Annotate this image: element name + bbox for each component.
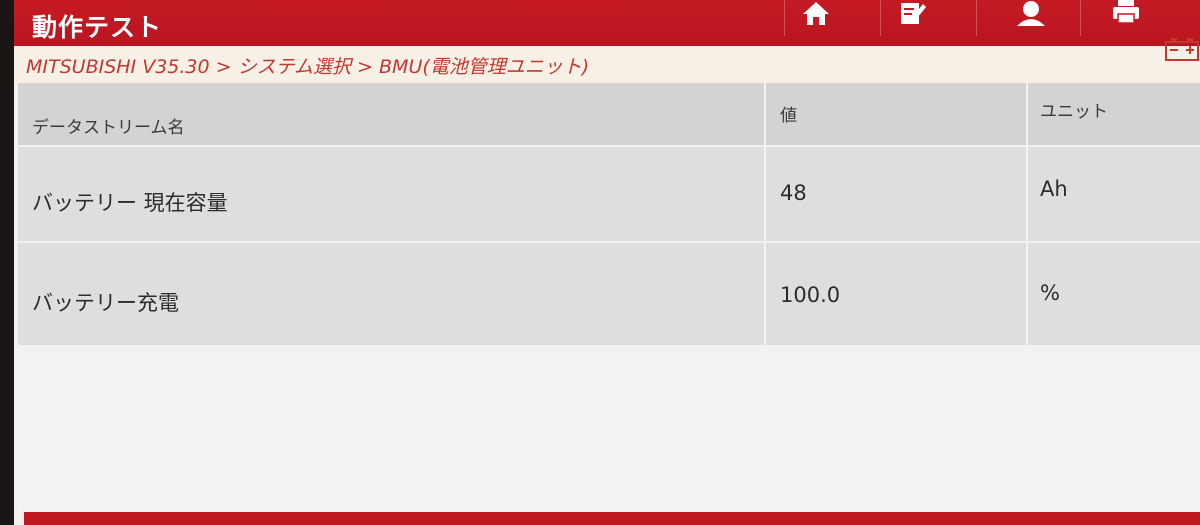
report-button[interactable] (880, 0, 944, 34)
table-row[interactable]: バッテリー 現在容量 48 Ah (18, 147, 1200, 241)
print-button[interactable] (1094, 0, 1158, 34)
column-header-value: 値 (766, 83, 1028, 145)
page-title: 動作テスト (32, 13, 163, 42)
toolbar-divider (1080, 0, 1081, 36)
datastream-unit-cell: % (1028, 243, 1200, 345)
datastream-value-cell: 100.0 (766, 243, 1028, 345)
column-header-name: データストリーム名 (18, 83, 766, 145)
user-button[interactable] (999, 0, 1063, 34)
table-header-row: データストリーム名 値 ユニット (18, 83, 1200, 145)
datastream-name-cell: バッテリー充電 (18, 243, 766, 345)
home-icon (803, 2, 829, 25)
table-empty-area (18, 350, 1200, 510)
table-row[interactable]: バッテリー充電 100.0 % (18, 243, 1200, 345)
print-icon (1113, 0, 1139, 24)
home-button[interactable] (784, 0, 848, 34)
device-screen: 動作テスト MITSUBISHI V35.30 > システム選択 > BMU(電… (14, 0, 1200, 525)
user-icon (1017, 1, 1045, 26)
battery-icon (1165, 38, 1199, 61)
edit-icon (901, 3, 926, 24)
toolbar-divider (976, 0, 977, 36)
column-header-unit: ユニット (1028, 83, 1200, 145)
datastream-unit-cell: Ah (1028, 147, 1200, 241)
datastream-name-cell: バッテリー 現在容量 (18, 147, 766, 241)
bottom-action-bar (24, 512, 1200, 525)
breadcrumb: MITSUBISHI V35.30 > システム選択 > BMU(電池管理ユニッ… (26, 56, 590, 78)
datastream-value-cell: 48 (766, 147, 1028, 241)
